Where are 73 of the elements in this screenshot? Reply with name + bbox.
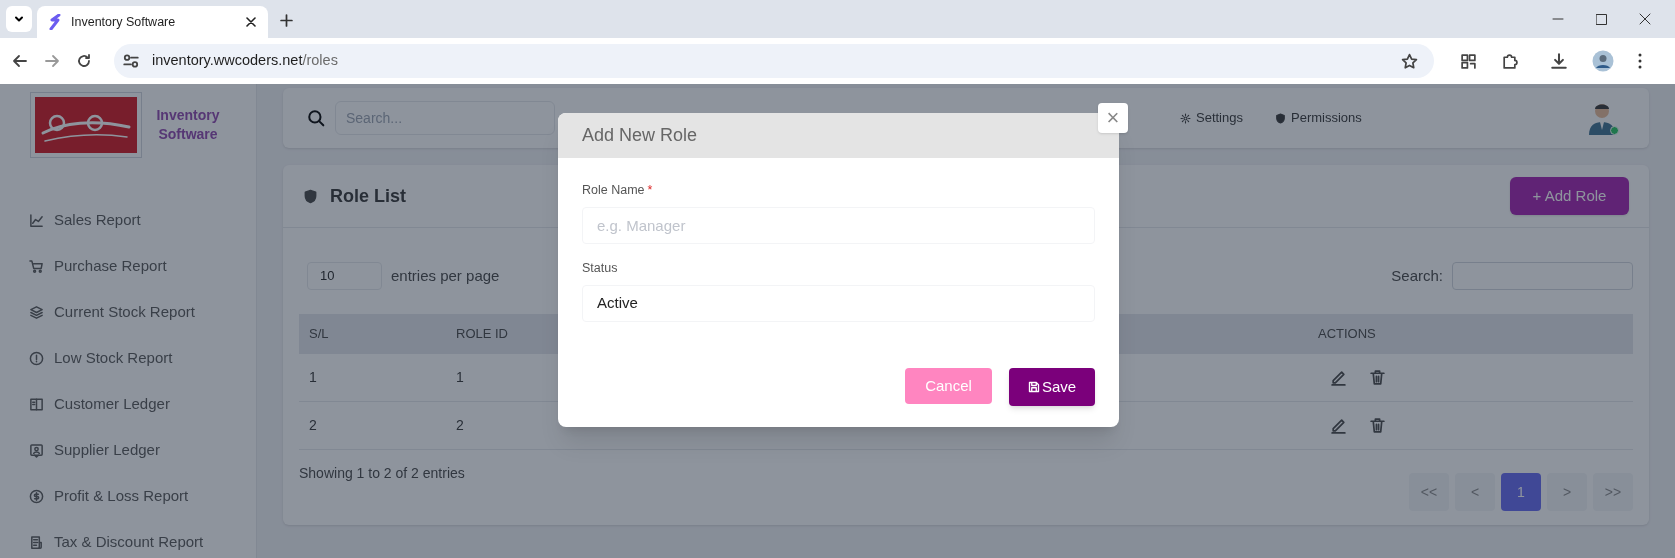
reload-icon[interactable]: [76, 53, 92, 69]
receipt-icon: [29, 534, 44, 550]
shield-icon: [303, 188, 318, 204]
tab-list-button[interactable]: [6, 6, 32, 32]
column-header: ACTIONS: [1318, 325, 1377, 344]
dollar-icon: [29, 488, 44, 504]
maximize-icon[interactable]: [1596, 13, 1607, 25]
sidebar-item[interactable]: Sales Report: [0, 197, 256, 243]
table-cell-text: 2: [309, 416, 318, 435]
nav-link[interactable]: Permissions: [1275, 108, 1362, 128]
pagination-button[interactable]: 1: [1501, 473, 1541, 511]
table-cell-text: 1: [309, 368, 318, 387]
download-icon[interactable]: [1550, 52, 1568, 70]
table-cell-text: 1: [456, 368, 465, 387]
browser-tab[interactable]: Inventory Software: [37, 6, 268, 38]
site-settings-icon: [122, 52, 140, 70]
table-cell-text: 2: [456, 416, 465, 435]
search-icon: [307, 109, 325, 127]
entries-select[interactable]: 10: [307, 262, 382, 290]
forward-arrow-icon[interactable]: [44, 53, 60, 69]
qr-code-icon[interactable]: [1460, 52, 1477, 70]
sidebar-item[interactable]: Tax & Discount Report: [0, 519, 256, 558]
edit-pencil-icon[interactable]: [1330, 417, 1347, 434]
column-header: S/L: [309, 325, 330, 344]
pagination-button[interactable]: <<: [1409, 473, 1449, 511]
column-header: ROLE ID: [456, 325, 509, 344]
address-bar[interactable]: inventory.wwcoders.net/roles: [114, 44, 1434, 78]
brand-name: Inventory Software: [155, 106, 221, 144]
pagination-button[interactable]: <: [1455, 473, 1495, 511]
puzzle-icon[interactable]: [1501, 52, 1518, 70]
close-button[interactable]: ×: [1098, 103, 1128, 133]
status-select[interactable]: Active: [582, 285, 1095, 322]
modal-title: Add New Role: [582, 124, 698, 147]
trash-icon[interactable]: [1369, 417, 1386, 434]
back-arrow-icon[interactable]: [12, 53, 28, 69]
sidebar-item[interactable]: Purchase Report: [0, 243, 256, 289]
bolt-logo-icon: [49, 14, 61, 30]
card-title: Role List: [330, 184, 406, 208]
close-icon[interactable]: [1639, 13, 1651, 25]
role-name-field[interactable]: e.g. Manager: [582, 207, 1095, 244]
person-card-icon: [29, 442, 44, 458]
layers-icon: [29, 304, 44, 320]
sidebar-item[interactable]: Customer Ledger: [0, 381, 256, 427]
url-text: inventory.wwcoders.net/roles: [152, 51, 339, 71]
entries-info: Showing 1 to 2 of 2 entries: [299, 464, 465, 483]
sidebar-item[interactable]: Low Stock Report: [0, 335, 256, 381]
save-button[interactable]: Save: [1009, 368, 1095, 406]
sidebar-item[interactable]: Current Stock Report: [0, 289, 256, 335]
nav-link[interactable]: Settings: [1180, 108, 1243, 128]
edit-pencil-icon[interactable]: [1330, 369, 1347, 386]
new-tab-icon[interactable]: [280, 14, 293, 27]
pagination-button[interactable]: >>: [1593, 473, 1633, 511]
trash-icon[interactable]: [1369, 369, 1386, 386]
field-label: Role Name: [582, 182, 645, 199]
tab-title: Inventory Software: [71, 13, 177, 31]
add-role-button[interactable]: + Add Role: [1510, 177, 1629, 215]
search-label: Search:: [1391, 265, 1443, 286]
star-icon[interactable]: [1401, 52, 1418, 70]
close-icon[interactable]: [246, 17, 256, 27]
pagination-button[interactable]: >: [1547, 473, 1587, 511]
cancel-button[interactable]: Cancel: [905, 368, 992, 404]
shield-icon: [1275, 112, 1286, 124]
cart-icon: [29, 258, 44, 274]
sidebar-item[interactable]: Profit & Loss Report: [0, 473, 256, 519]
entries-label: entries per page: [391, 265, 500, 286]
sidebar-item[interactable]: Supplier Ledger: [0, 427, 256, 473]
field-label: Status: [582, 260, 618, 277]
book-icon: [29, 396, 44, 412]
required-mark: *: [647, 182, 653, 199]
more-menu-icon[interactable]: [1638, 53, 1642, 69]
chart-icon: [29, 212, 44, 228]
profile-avatar-icon[interactable]: [1592, 50, 1614, 72]
alert-icon: [29, 350, 44, 366]
